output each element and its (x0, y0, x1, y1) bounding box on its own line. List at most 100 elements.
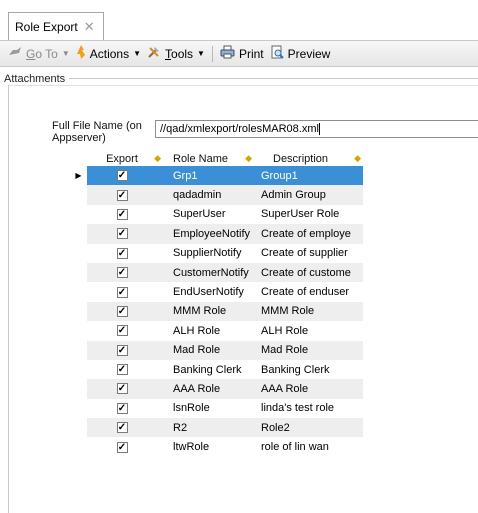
role-name-cell: Banking Clerk (173, 363, 242, 376)
table-row[interactable]: ✓ ltwRole role of lin wan (70, 437, 363, 457)
description-cell: Group1 (261, 169, 298, 182)
export-checkbox[interactable]: ✓ (116, 305, 128, 317)
divider (69, 78, 478, 79)
current-row-indicator-icon: ▶ (70, 166, 87, 186)
table-row[interactable]: ✓ qadadmin Admin Group (70, 185, 363, 205)
export-cell: ✓ (87, 341, 157, 360)
role-name-cell: qadadmin (173, 189, 222, 202)
role-name-cell: lsnRole (173, 402, 210, 415)
table-row[interactable]: ✓ SuperUser SuperUser Role (70, 204, 363, 225)
row-indicator-header (70, 152, 87, 166)
role-name-cell: ALH Role (173, 324, 221, 337)
column-header-role-name[interactable]: Role Name ◆ (157, 152, 257, 166)
table-row[interactable]: ✓ lsnRole linda's test role (70, 398, 363, 419)
export-checkbox[interactable]: ✓ (116, 286, 128, 298)
toolbar: Go To ▼ Actions ▼ Tools ▼ Print Preview (0, 41, 478, 67)
description-cell: SuperUser Role (261, 208, 340, 221)
row-indicator (70, 437, 87, 457)
export-cell: ✓ (87, 263, 157, 282)
close-icon[interactable]: ✕ (84, 19, 95, 35)
export-checkbox[interactable]: ✓ (116, 441, 128, 453)
row-indicator (70, 379, 87, 399)
attachments-label: Attachments (4, 72, 66, 85)
actions-icon (76, 45, 86, 62)
column-header-label: Export (106, 153, 138, 165)
column-header-label: Role Name (173, 153, 229, 165)
tab-bar: Role Export ✕ (0, 0, 478, 41)
tools-icon (147, 45, 161, 62)
role-name-cell: Mad Role (173, 344, 221, 357)
attachments-section-header: Attachments (0, 71, 478, 86)
column-header-export[interactable]: Export ◆ (87, 152, 161, 166)
table-row[interactable]: ✓ EmployeeNotify Create of employe (70, 224, 363, 244)
preview-label: Preview (287, 46, 331, 61)
roles-grid: Export ◆ Role Name ◆ Description ◆ ▶ ✓ Grp… (70, 152, 363, 457)
description-cell: role of lin wan (261, 441, 329, 454)
role-name-cell: ltwRole (173, 441, 210, 454)
preview-button[interactable]: Preview (267, 43, 334, 65)
export-checkbox[interactable]: ✓ (116, 364, 128, 376)
table-row[interactable]: ✓ AAA Role AAA Role (70, 379, 363, 399)
table-row[interactable]: ✓ CustomerNotify Create of custome (70, 262, 363, 283)
table-row[interactable]: ✓ MMM Role MMM Role (70, 301, 363, 322)
table-row[interactable]: ✓ Mad Role Mad Role (70, 340, 363, 360)
export-checkbox[interactable]: ✓ (116, 189, 128, 201)
export-cell: ✓ (87, 399, 157, 418)
table-row[interactable]: ✓ R2 Role2 (70, 418, 363, 438)
description-cell: AAA Role (261, 382, 309, 395)
export-checkbox[interactable]: ✓ (116, 383, 128, 395)
tools-button[interactable]: Tools ▼ (144, 43, 208, 65)
export-checkbox[interactable]: ✓ (116, 325, 128, 337)
table-row[interactable]: ✓ EndUserNotify Create of enduser (70, 282, 363, 302)
export-checkbox[interactable]: ✓ (116, 422, 128, 434)
table-row[interactable]: ✓ ALH Role ALH Role (70, 321, 363, 341)
chevron-down-icon: ▼ (133, 49, 142, 58)
column-header-description[interactable]: Description ◆ (257, 152, 363, 166)
export-checkbox[interactable]: ✓ (116, 267, 128, 279)
export-cell: ✓ (87, 224, 157, 243)
table-row[interactable]: ✓ Banking Clerk Banking Clerk (70, 359, 363, 380)
description-cell: Admin Group (261, 189, 326, 202)
row-indicator (70, 301, 87, 322)
export-cell: ✓ (87, 437, 157, 456)
description-cell: Create of enduser (261, 286, 350, 299)
description-cell: Create of employe (261, 227, 351, 240)
actions-button[interactable]: Actions ▼ (73, 43, 144, 65)
description-cell: Role2 (261, 421, 290, 434)
file-name-label: Full File Name (on Appserver) (52, 120, 142, 144)
file-name-value: //qad/xmlexport/rolesMAR08.xml (160, 123, 319, 135)
description-cell: Create of supplier (261, 247, 348, 260)
role-name-cell: R2 (173, 421, 188, 434)
row-indicator (70, 262, 87, 283)
row-indicator (70, 340, 87, 360)
export-checkbox[interactable]: ✓ (116, 228, 128, 240)
export-checkbox[interactable]: ✓ (116, 170, 128, 182)
role-name-cell: CustomerNotify (173, 266, 249, 279)
table-row[interactable]: ✓ SupplierNotify Create of supplier (70, 243, 363, 263)
role-name-cell: EndUserNotify (173, 286, 244, 299)
goto-button[interactable]: Go To ▼ (0, 43, 73, 65)
grid-body: ▶ ✓ Grp1 Group1 ✓ qadadmin Admin Group ✓ SuperUs… (70, 166, 363, 457)
description-cell: Banking Clerk (261, 363, 330, 376)
export-checkbox[interactable]: ✓ (116, 247, 128, 259)
print-button[interactable]: Print (217, 43, 267, 65)
row-indicator (70, 398, 87, 419)
export-checkbox[interactable]: ✓ (116, 208, 128, 220)
export-checkbox[interactable]: ✓ (116, 402, 128, 414)
role-name-cell: EmployeeNotify (173, 227, 251, 240)
row-indicator (70, 359, 87, 380)
grid-header: Export ◆ Role Name ◆ Description ◆ (70, 152, 363, 166)
export-cell: ✓ (87, 360, 157, 379)
role-name-cell: MMM Role (173, 305, 227, 318)
table-row[interactable]: ▶ ✓ Grp1 Group1 (70, 166, 363, 186)
export-checkbox[interactable]: ✓ (116, 344, 128, 356)
row-indicator (70, 321, 87, 341)
sort-icon: ◆ (354, 153, 361, 163)
description-cell: ALH Role (261, 324, 309, 337)
row-indicator (70, 224, 87, 244)
goto-label: Go To (26, 46, 58, 61)
file-name-input[interactable]: //qad/xmlexport/rolesMAR08.xml (155, 120, 478, 138)
export-cell: ✓ (87, 418, 157, 437)
export-cell: ✓ (87, 205, 157, 224)
tab-role-export[interactable]: Role Export ✕ (8, 12, 104, 40)
